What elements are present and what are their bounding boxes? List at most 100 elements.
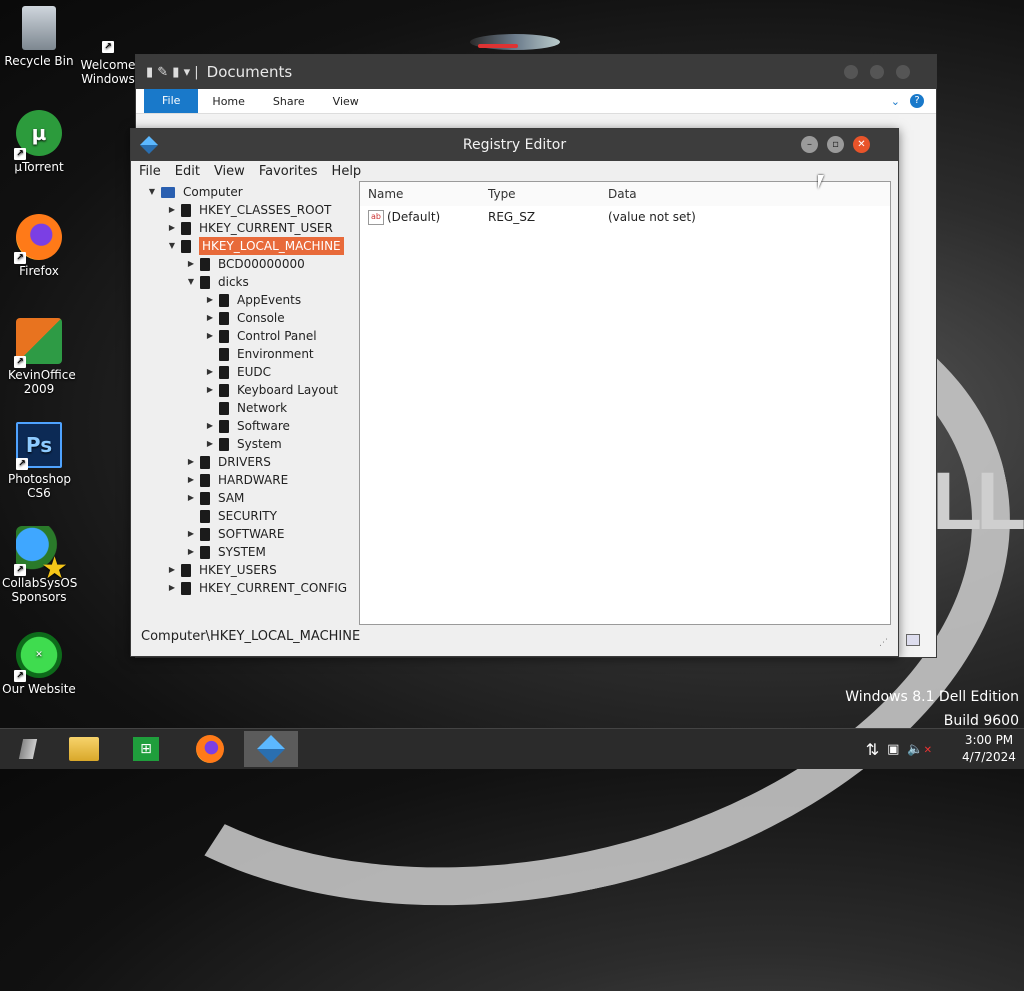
- expand-arrow-icon[interactable]: ▶: [186, 255, 196, 273]
- tab-file[interactable]: File: [144, 89, 199, 113]
- registry-editor-window[interactable]: Registry Editor – ▫ ✕ File Edit View Fav…: [130, 128, 920, 657]
- tree-node-sam[interactable]: ▶ SAM: [186, 489, 244, 507]
- start-button[interactable]: [2, 731, 54, 767]
- expand-arrow-icon[interactable]: ▶: [167, 219, 177, 237]
- tree-node-label: Console: [237, 311, 285, 325]
- desktop-icon-label: Firefox: [19, 264, 59, 278]
- desktop-icon-photoshop[interactable]: Ps ↗ Photoshop CS6: [1, 422, 77, 500]
- desktop-icon-collab-sponsors[interactable]: ★ ↗ CollabSysOS Sponsors: [1, 526, 77, 604]
- tree-node-system[interactable]: ▶ SYSTEM: [186, 543, 266, 561]
- close-button[interactable]: ✕: [853, 136, 870, 153]
- tree-node-system-user[interactable]: ▶ System: [205, 435, 282, 453]
- maximize-button[interactable]: ▫: [827, 136, 844, 153]
- volume-muted-icon[interactable]: 🔈✕: [907, 742, 932, 757]
- minimize-button[interactable]: –: [801, 136, 818, 153]
- maximize-button[interactable]: [870, 65, 884, 79]
- value-row[interactable]: ab (Default) REG_SZ (value not set): [360, 206, 890, 228]
- desktop-icon-our-website[interactable]: ✕ ↗ Our Website: [1, 632, 77, 696]
- tree-node-hardware[interactable]: ▶ HARDWARE: [186, 471, 288, 489]
- regedit-titlebar[interactable]: Registry Editor – ▫ ✕: [131, 129, 898, 161]
- expand-arrow-icon[interactable]: ▶: [167, 579, 177, 597]
- desktop-icon-utorrent[interactable]: µ ↗ µTorrent: [1, 110, 77, 174]
- tree-node-hku[interactable]: ▶ HKEY_USERS: [167, 561, 277, 579]
- tree-node-appevents[interactable]: ▶ AppEvents: [205, 291, 301, 309]
- expand-arrow-icon[interactable]: ▼: [186, 273, 196, 291]
- tree-node-network[interactable]: Network: [205, 399, 287, 417]
- resize-grip-icon[interactable]: ⋰: [879, 638, 888, 648]
- tree-node-label: HKEY_CURRENT_CONFIG: [199, 581, 348, 595]
- ribbon-expand-icon[interactable]: ⌄: [891, 95, 900, 108]
- expand-arrow-icon[interactable]: ▶: [205, 417, 215, 435]
- desktop-icon-firefox[interactable]: ↗ Firefox: [1, 214, 77, 278]
- desktop-icon-label: KevinOffice 2009: [8, 368, 76, 396]
- expand-arrow-icon[interactable]: ▶: [186, 453, 196, 471]
- expand-arrow-icon[interactable]: ▶: [186, 525, 196, 543]
- tree-node-environment[interactable]: Environment: [205, 345, 314, 363]
- tree-node-bcd[interactable]: ▶ BCD00000000: [186, 255, 305, 273]
- taskbar-firefox[interactable]: [184, 731, 236, 767]
- registry-tree[interactable]: ▼ Computer ▶ HKEY_CLASSES_ROOT ▶ HKEY_CURRE…: [139, 183, 349, 623]
- column-name[interactable]: Name: [360, 187, 488, 201]
- help-icon[interactable]: ?: [910, 94, 924, 108]
- tree-node-hklm[interactable]: ▼ HKEY_LOCAL_MACHINE: [167, 237, 344, 255]
- expand-arrow-icon[interactable]: ▶: [205, 291, 215, 309]
- values-list[interactable]: Name Type Data ab (Default) REG_SZ (valu…: [359, 181, 891, 625]
- store-icon: ⊞: [133, 737, 159, 761]
- system-tray: ⇅ ▣ 🔈✕ 3:00 PM 4/7/2024: [866, 729, 1024, 769]
- tree-node-security[interactable]: SECURITY: [186, 507, 277, 525]
- tree-node-label: HARDWARE: [218, 473, 289, 487]
- expand-arrow-icon[interactable]: ▶: [205, 363, 215, 381]
- tab-home[interactable]: Home: [198, 95, 258, 108]
- tree-node-hkcr[interactable]: ▶ HKEY_CLASSES_ROOT: [167, 201, 331, 219]
- expand-arrow-icon[interactable]: ▼: [167, 237, 177, 255]
- taskbar-regedit[interactable]: [244, 731, 298, 767]
- tree-node-control-panel[interactable]: ▶ Control Panel: [205, 327, 317, 345]
- tree-node-label: System: [237, 437, 282, 451]
- close-button[interactable]: [896, 65, 910, 79]
- expand-arrow-icon[interactable]: ▶: [186, 489, 196, 507]
- expand-arrow-icon[interactable]: ▶: [205, 327, 215, 345]
- folder-icon: [200, 455, 210, 469]
- tree-node-hkcu[interactable]: ▶ HKEY_CURRENT_USER: [167, 219, 333, 237]
- expand-arrow-icon[interactable]: ▼: [147, 183, 157, 201]
- tree-node-console[interactable]: ▶ Console: [205, 309, 285, 327]
- tree-node-eudc[interactable]: ▶ EUDC: [205, 363, 271, 381]
- tree-node-keyboard-layout[interactable]: ▶ Keyboard Layout: [205, 381, 338, 399]
- expand-arrow-icon[interactable]: ▶: [167, 561, 177, 579]
- desktop-icon-recycle-bin[interactable]: Recycle Bin: [1, 6, 77, 68]
- menu-favorites[interactable]: Favorites: [259, 164, 318, 179]
- tree-node-software[interactable]: ▶ SOFTWARE: [186, 525, 285, 543]
- menu-view[interactable]: View: [214, 164, 245, 179]
- tab-share[interactable]: Share: [259, 95, 319, 108]
- tree-node-dicks[interactable]: ▼ dicks: [186, 273, 249, 291]
- menu-help[interactable]: Help: [332, 164, 362, 179]
- network-icon[interactable]: ▣: [887, 742, 899, 757]
- tree-node-computer[interactable]: ▼ Computer: [147, 183, 243, 201]
- expand-arrow-icon[interactable]: ▶: [205, 309, 215, 327]
- explorer-titlebar[interactable]: ▮ ✎ ▮ ▾ | Documents: [136, 55, 936, 89]
- expand-arrow-icon[interactable]: ▶: [186, 543, 196, 561]
- clock[interactable]: 3:00 PM 4/7/2024: [954, 732, 1024, 766]
- menu-file[interactable]: File: [139, 164, 161, 179]
- menu-edit[interactable]: Edit: [175, 164, 200, 179]
- tree-node-label: DRIVERS: [218, 455, 271, 469]
- minimize-button[interactable]: [844, 65, 858, 79]
- taskbar-store[interactable]: ⊞: [120, 731, 172, 767]
- column-type[interactable]: Type: [488, 187, 608, 201]
- network-transfer-icon[interactable]: ⇅: [866, 740, 879, 759]
- expand-arrow-icon[interactable]: ▶: [205, 381, 215, 399]
- status-bar-icon[interactable]: [906, 634, 920, 646]
- tree-node-software-user[interactable]: ▶ Software: [205, 417, 290, 435]
- column-data[interactable]: Data: [608, 187, 868, 201]
- tab-view[interactable]: View: [319, 95, 373, 108]
- tree-node-label: HKEY_CURRENT_USER: [199, 221, 333, 235]
- expand-arrow-icon[interactable]: ▶: [186, 471, 196, 489]
- status-bar: Computer\HKEY_LOCAL_MACHINE: [141, 629, 361, 644]
- desktop-icon-kevinoffice[interactable]: ↗ KevinOffice 2009: [1, 318, 77, 396]
- tree-node-drivers[interactable]: ▶ DRIVERS: [186, 453, 271, 471]
- expand-arrow-icon[interactable]: ▶: [205, 435, 215, 453]
- tree-node-hkcc[interactable]: ▶ HKEY_CURRENT_CONFIG: [167, 579, 347, 597]
- taskbar-file-explorer[interactable]: [58, 731, 110, 767]
- explorer-title: Documents: [206, 63, 293, 81]
- expand-arrow-icon[interactable]: ▶: [167, 201, 177, 219]
